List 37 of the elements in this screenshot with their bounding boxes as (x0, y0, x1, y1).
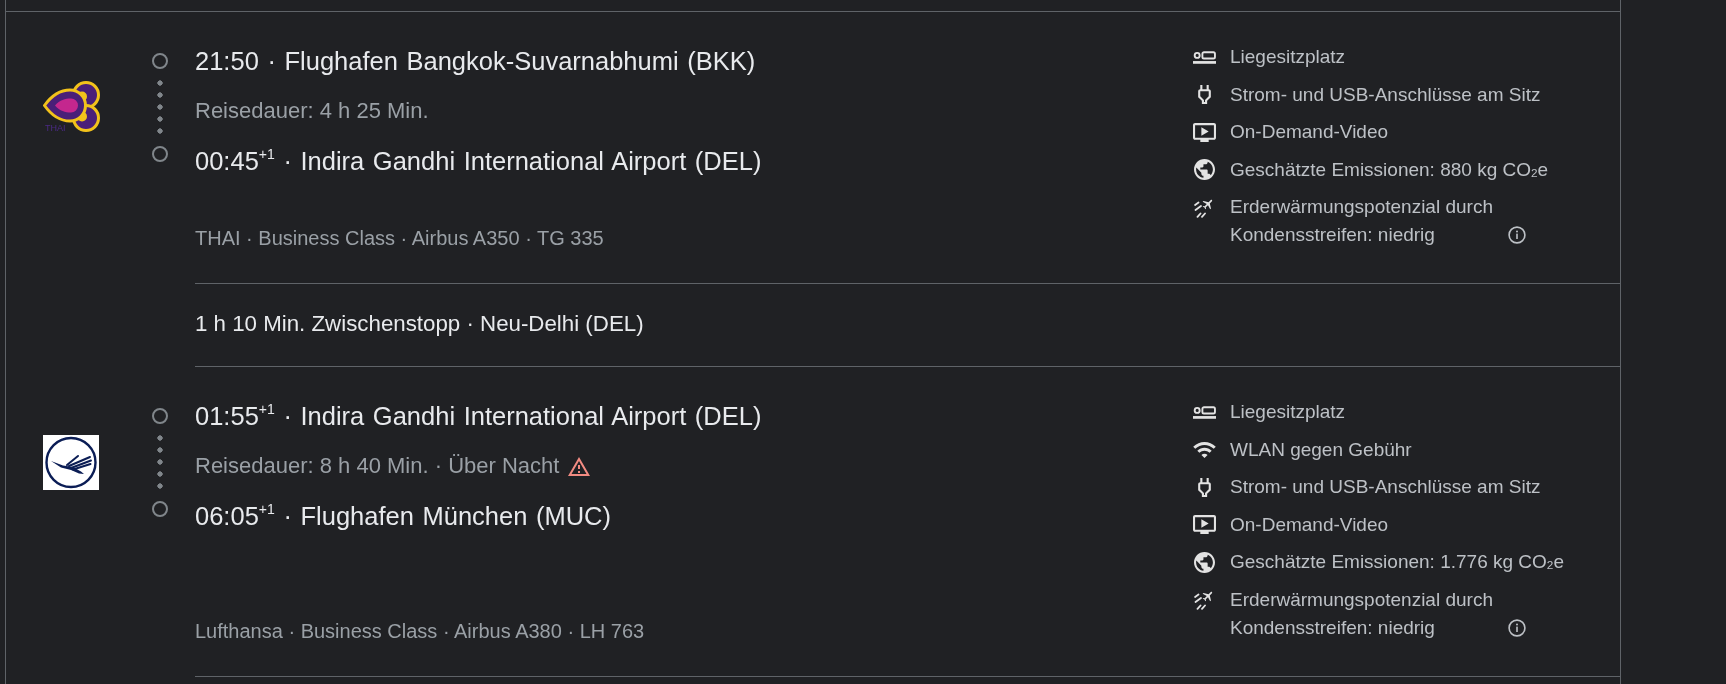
travel-duration: Reisedauer: 8 h 40 Min. · Über Nacht (195, 453, 560, 479)
logo-text: THAI (45, 123, 66, 133)
amenity-text: On-Demand-Video (1230, 120, 1389, 144)
globe-icon (1193, 159, 1215, 180)
arrival-text: 00:45$^{+1}$ · Indira Gandhi International Airport (DEL) (195, 146, 762, 176)
departure-text: 01:55$^{+1}$ · Indira Gandhi International Airport (DEL) (195, 401, 762, 431)
amenity-text: Liegesitzplatz (1230, 45, 1346, 69)
amenity-text: Liegesitzplatz (1230, 400, 1346, 424)
wifi-icon (1192, 441, 1216, 458)
timeline-ring-icon (152, 53, 168, 69)
amenity-text: Strom- und USB-Anschlüsse am Sitz (1230, 82, 1541, 107)
video-screen-icon (1192, 515, 1216, 534)
flat-seat-icon (1192, 405, 1216, 419)
arrival-text: 06:05$^{+1}$ · Flughafen München (MUC) (195, 501, 611, 531)
info-icon[interactable] (1507, 618, 1526, 637)
amenity-text: WLAN gegen Gebühr (1230, 437, 1412, 462)
travel-duration: Reisedauer: 4 h 25 Min. (195, 98, 429, 124)
amenity-text: On-Demand-Video (1230, 512, 1389, 537)
video-screen-icon (1192, 122, 1216, 142)
amenity-text: Erderwärmungspotenzial durch Kondensstreifen: niedrig (1230, 587, 1494, 640)
flight-details: Lufthansa · Business Class · Airbus A380 · LH 763 (195, 619, 645, 642)
layover-text: 1 h 10 Min. Zwischenstopp · Neu-Delhi (DEL) (195, 310, 644, 338)
amenity-text: Strom- und USB-Anschlüsse am Sitz (1230, 475, 1541, 499)
timeline-ring-icon (152, 408, 168, 424)
plug-icon (1197, 477, 1211, 497)
amenity-text: Erderwärmungspotenzial durch Kondensstreifen: niedrig (1230, 195, 1494, 247)
timeline-ring-icon (152, 146, 168, 162)
info-icon[interactable] (1507, 226, 1526, 244)
lotus-logo-icon (43, 80, 100, 133)
flight-details: THAI · Business Class · Airbus A350 · TG 335 (195, 227, 604, 249)
plane-streaks-icon (1193, 589, 1215, 610)
flat-seat-icon (1192, 50, 1216, 64)
plug-icon (1197, 85, 1211, 104)
crane-logo-icon (43, 435, 99, 490)
globe-icon (1193, 551, 1215, 573)
departure-text: 21:50 · Flughafen Bangkok-Suvarnabhumi (BKK) (195, 46, 756, 76)
timeline-ring-icon (152, 501, 168, 517)
